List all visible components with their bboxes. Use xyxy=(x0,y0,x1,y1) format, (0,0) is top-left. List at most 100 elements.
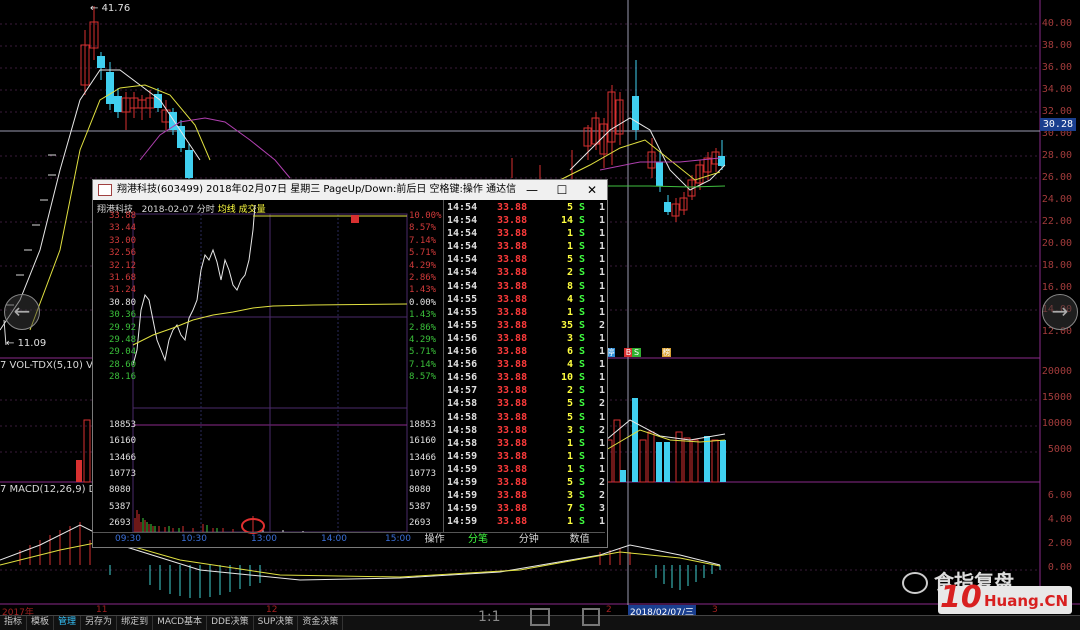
logo-text: Huang.CN xyxy=(984,592,1069,610)
tick-count: 2 xyxy=(598,398,605,410)
tick-volume: 6 xyxy=(566,346,573,358)
tick-count: 1 xyxy=(598,516,605,528)
tick-price: 33.88 xyxy=(497,476,528,488)
toolbar-tab[interactable]: 指标 xyxy=(0,616,28,630)
popup-bottom-tabs: 操作 分笔 分钟 数值 xyxy=(93,532,605,547)
tick-price: 33.88 xyxy=(497,437,528,449)
tick-volume: 10 xyxy=(560,372,573,384)
tick-row: 14:56 33.88 3 S 1 xyxy=(445,332,606,345)
tick-count: 1 xyxy=(598,202,605,213)
tick-time: 14:56 xyxy=(447,359,478,371)
tick-row: 14:54 33.88 14 S 1 xyxy=(445,214,606,227)
next-arrow-button[interactable]: → xyxy=(1042,294,1078,330)
tick-row: 14:59 33.88 3 S 2 xyxy=(445,489,606,502)
tick-volume: 2 xyxy=(566,385,573,397)
intraday-price-tick: 31.68 xyxy=(109,273,137,283)
tick-side: S xyxy=(578,411,586,423)
tick-price: 33.88 xyxy=(497,424,528,436)
tick-volume: 5 xyxy=(566,202,573,213)
tick-volume: 5 xyxy=(566,398,573,410)
tick-volume: 1 xyxy=(566,450,573,462)
tick-count: 3 xyxy=(598,503,605,515)
intraday-price-tick: 31.24 xyxy=(109,285,137,296)
tick-volume: 3 xyxy=(566,332,573,344)
tick-volume: 1 xyxy=(566,228,573,240)
toolbar-tab[interactable]: DDE决策 xyxy=(207,616,254,630)
toolbar-tab[interactable]: 资金决策 xyxy=(298,616,344,630)
price-axis-tick: 40.00 xyxy=(1041,18,1072,29)
tick-price: 33.88 xyxy=(497,306,528,318)
tick-count: 1 xyxy=(598,280,605,292)
tick-count: 1 xyxy=(598,372,605,384)
minimize-button[interactable]: — xyxy=(517,180,547,200)
tick-price: 33.88 xyxy=(497,346,528,358)
tick-volume: 2 xyxy=(566,267,573,279)
ratio-label[interactable]: 1:1 xyxy=(478,609,501,625)
tick-row: 14:56 33.88 6 S 1 xyxy=(445,345,606,358)
popup-titlebar[interactable]: 翔港科技(603499) 2018年02月07日 星期三 PageUp/Down… xyxy=(93,180,607,200)
tick-price: 33.88 xyxy=(497,450,528,462)
tick-count: 1 xyxy=(598,411,605,423)
toolbar-tab[interactable]: SUP决策 xyxy=(254,616,299,630)
tick-side: S xyxy=(578,476,586,488)
tick-row: 14:55 33.88 1 S 1 xyxy=(445,306,606,319)
tick-time: 14:54 xyxy=(447,254,478,266)
toolbar-tab[interactable]: 模板 xyxy=(27,616,55,630)
intraday-pct-tick: 4.29% xyxy=(409,335,437,345)
tick-row: 14:55 33.88 4 S 1 xyxy=(445,293,606,306)
app-icon xyxy=(98,184,112,196)
tick-time: 14:58 xyxy=(447,437,478,449)
price-axis-tick: 26.00 xyxy=(1041,172,1072,183)
popup-tab[interactable]: 分笔 xyxy=(453,533,504,547)
volume-axis-tick: 20000 xyxy=(1041,366,1072,377)
tick-time: 14:59 xyxy=(447,476,478,488)
tick-count: 1 xyxy=(598,306,605,318)
tick-volume: 3 xyxy=(566,424,573,436)
toolbar-tab[interactable]: MACD基本 xyxy=(153,616,208,630)
tick-side: S xyxy=(578,202,586,213)
tick-time: 14:58 xyxy=(447,398,478,410)
tick-detail-window: 翔港科技(603499) 2018年02月07日 星期三 PageUp/Down… xyxy=(92,179,608,548)
tick-price: 33.88 xyxy=(497,293,528,305)
toolbar-tab[interactable]: 管理 xyxy=(54,616,82,630)
fullscreen-icon[interactable] xyxy=(582,608,600,626)
tick-time: 14:54 xyxy=(447,228,478,240)
tick-time: 14:55 xyxy=(447,306,478,318)
intraday-price-tick: 33.00 xyxy=(109,235,137,246)
fit-screen-icon[interactable] xyxy=(530,608,550,626)
intraday-pct-tick: 8.57% xyxy=(409,223,437,234)
close-button[interactable]: ✕ xyxy=(577,180,607,200)
tick-side: S xyxy=(578,503,586,515)
tick-table-divider xyxy=(443,200,444,533)
popup-tab[interactable]: 分钟 xyxy=(503,533,554,547)
tick-volume: 1 xyxy=(566,306,573,318)
tick-count: 1 xyxy=(598,267,605,279)
tick-time: 14:57 xyxy=(447,385,478,397)
tick-volume: 14 xyxy=(560,215,573,227)
prev-arrow-button[interactable]: ← xyxy=(4,294,40,330)
popup-tab[interactable]: 操作 xyxy=(93,533,453,547)
intraday-vol-tick-right: 16160 xyxy=(409,436,437,447)
intraday-pct-tick: 4.29% xyxy=(409,260,437,271)
tick-time: 14:54 xyxy=(447,202,478,213)
tick-volume: 5 xyxy=(566,411,573,423)
tick-side: S xyxy=(578,332,586,344)
price-axis-tick: 24.00 xyxy=(1041,194,1072,205)
tick-side: S xyxy=(578,359,586,371)
date-label-2: 2 xyxy=(606,605,612,615)
toolbar-tab[interactable]: 另存为 xyxy=(81,616,118,630)
tick-row: 14:54 33.88 5 S 1 xyxy=(445,201,606,214)
tick-row: 14:58 33.88 1 S 1 xyxy=(445,437,606,450)
tick-time: 14:59 xyxy=(447,490,478,502)
popup-tab[interactable]: 数值 xyxy=(554,533,605,547)
toolbar-tab[interactable]: 绑定到 xyxy=(117,616,154,630)
maximize-button[interactable]: ☐ xyxy=(547,180,577,200)
tick-time: 14:54 xyxy=(447,267,478,279)
tick-volume: 1 xyxy=(566,241,573,253)
tick-row: 14:55 33.88 35 S 2 xyxy=(445,319,606,332)
tick-side: S xyxy=(578,319,586,331)
tick-time: 14:56 xyxy=(447,346,478,358)
tick-volume: 4 xyxy=(566,293,573,305)
macd-axis-tick: 0.00 xyxy=(1047,562,1072,573)
intraday-price-tick: 33.88 xyxy=(109,211,137,221)
